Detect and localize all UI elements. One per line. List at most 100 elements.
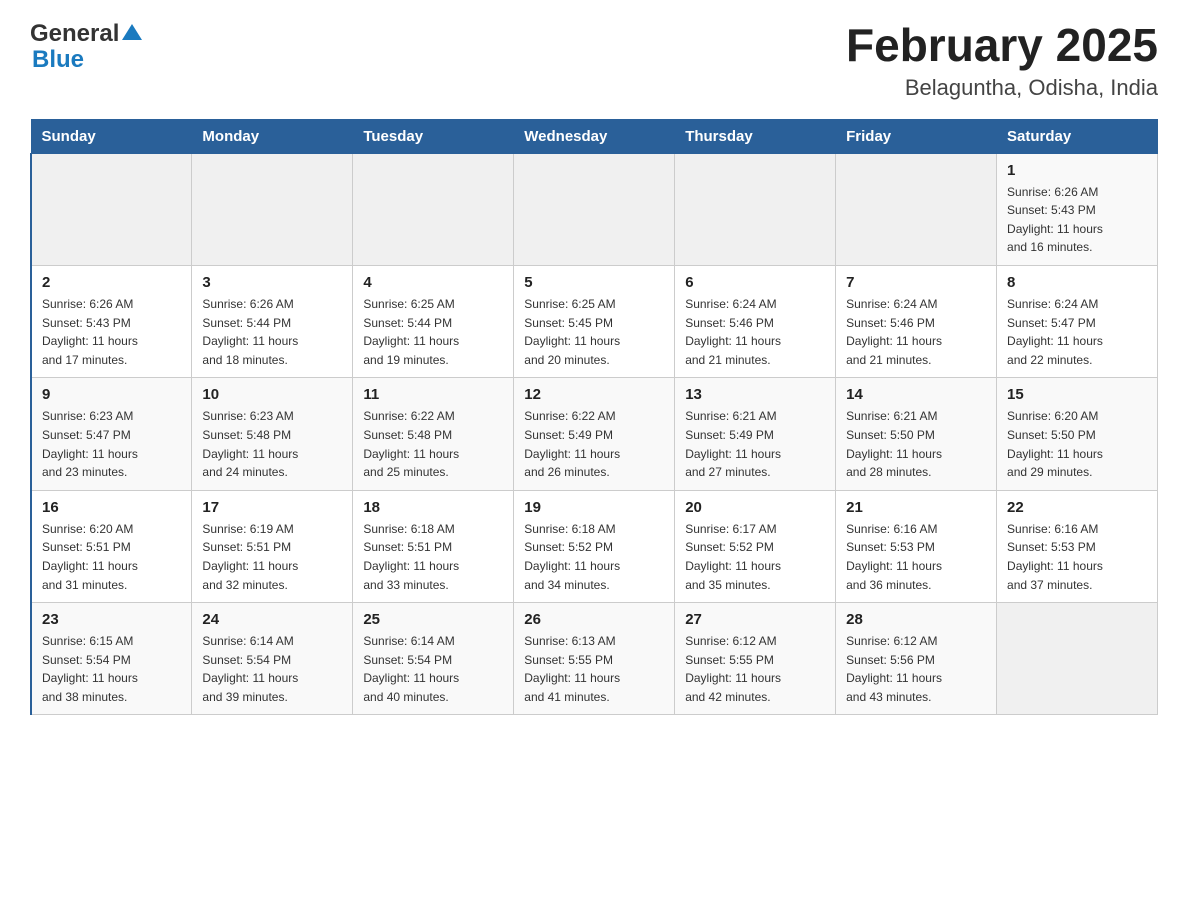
header-monday: Monday <box>192 119 353 153</box>
day-info: Sunrise: 6:12 AM Sunset: 5:56 PM Dayligh… <box>846 632 986 706</box>
day-info: Sunrise: 6:18 AM Sunset: 5:52 PM Dayligh… <box>524 520 664 594</box>
day-info: Sunrise: 6:18 AM Sunset: 5:51 PM Dayligh… <box>363 520 503 594</box>
calendar-week-row: 2 Sunrise: 6:26 AM Sunset: 5:43 PM Daylig… <box>31 265 1158 377</box>
calendar-cell <box>353 153 514 265</box>
logo-triangle-icon <box>122 24 142 45</box>
day-number: 18 <box>363 499 503 516</box>
day-number: 6 <box>685 274 825 291</box>
calendar-cell <box>192 153 353 265</box>
logo: General Blue <box>30 20 142 74</box>
calendar-cell: 23Sunrise: 6:15 AM Sunset: 5:54 PM Dayli… <box>31 603 192 715</box>
day-info: Sunrise: 6:19 AM Sunset: 5:51 PM Dayligh… <box>202 520 342 594</box>
header-tuesday: Tuesday <box>353 119 514 153</box>
calendar-cell: 1Sunrise: 6:26 AM Sunset: 5:43 PM Daylig… <box>997 153 1158 265</box>
calendar-cell: 20 Sunrise: 6:17 AM Sunset: 5:52 PM Dayli… <box>675 490 836 602</box>
day-info: Sunrise: 6:22 AM Sunset: 5:49 PM Dayligh… <box>524 407 664 481</box>
day-info: Sunrise: 6:20 AM Sunset: 5:51 PM Dayligh… <box>42 520 181 594</box>
calendar-cell <box>675 153 836 265</box>
calendar-cell: 2 Sunrise: 6:26 AM Sunset: 5:43 PM Daylig… <box>31 265 192 377</box>
calendar-cell <box>514 153 675 265</box>
day-info: Sunrise: 6:16 AM Sunset: 5:53 PM Dayligh… <box>846 520 986 594</box>
day-number: 11 <box>363 386 503 403</box>
day-number: 15 <box>1007 386 1147 403</box>
day-info: Sunrise: 6:26 AM Sunset: 5:43 PM Dayligh… <box>1007 183 1147 257</box>
calendar-cell: 21Sunrise: 6:16 AM Sunset: 5:53 PM Dayli… <box>836 490 997 602</box>
day-number: 16 <box>42 499 181 516</box>
day-info: Sunrise: 6:25 AM Sunset: 5:44 PM Dayligh… <box>363 295 503 369</box>
calendar-body: 1Sunrise: 6:26 AM Sunset: 5:43 PM Daylig… <box>31 153 1158 715</box>
header-row: SundayMondayTuesdayWednesdayThursdayFrid… <box>31 119 1158 153</box>
header-friday: Friday <box>836 119 997 153</box>
day-number: 20 <box>685 499 825 516</box>
day-info: Sunrise: 6:23 AM Sunset: 5:47 PM Dayligh… <box>42 407 181 481</box>
day-info: Sunrise: 6:21 AM Sunset: 5:49 PM Dayligh… <box>685 407 825 481</box>
day-info: Sunrise: 6:14 AM Sunset: 5:54 PM Dayligh… <box>202 632 342 706</box>
day-number: 27 <box>685 611 825 628</box>
logo-blue-text: Blue <box>32 46 84 74</box>
calendar-week-row: 1Sunrise: 6:26 AM Sunset: 5:43 PM Daylig… <box>31 153 1158 265</box>
page-subtitle: Belaguntha, Odisha, India <box>846 75 1158 101</box>
calendar-cell: 4Sunrise: 6:25 AM Sunset: 5:44 PM Daylig… <box>353 265 514 377</box>
header-saturday: Saturday <box>997 119 1158 153</box>
calendar-cell: 7Sunrise: 6:24 AM Sunset: 5:46 PM Daylig… <box>836 265 997 377</box>
calendar-cell: 26Sunrise: 6:13 AM Sunset: 5:55 PM Dayli… <box>514 603 675 715</box>
calendar-cell <box>997 603 1158 715</box>
day-info: Sunrise: 6:20 AM Sunset: 5:50 PM Dayligh… <box>1007 407 1147 481</box>
header-thursday: Thursday <box>675 119 836 153</box>
calendar-header: SundayMondayTuesdayWednesdayThursdayFrid… <box>31 119 1158 153</box>
calendar-cell: 19 Sunrise: 6:18 AM Sunset: 5:52 PM Dayli… <box>514 490 675 602</box>
calendar-cell: 11 Sunrise: 6:22 AM Sunset: 5:48 PM Dayli… <box>353 378 514 490</box>
day-number: 17 <box>202 499 342 516</box>
day-number: 12 <box>524 386 664 403</box>
day-info: Sunrise: 6:12 AM Sunset: 5:55 PM Dayligh… <box>685 632 825 706</box>
calendar-cell: 10Sunrise: 6:23 AM Sunset: 5:48 PM Dayli… <box>192 378 353 490</box>
calendar-week-row: 9 Sunrise: 6:23 AM Sunset: 5:47 PM Daylig… <box>31 378 1158 490</box>
day-info: Sunrise: 6:26 AM Sunset: 5:44 PM Dayligh… <box>202 295 342 369</box>
calendar-cell: 8 Sunrise: 6:24 AM Sunset: 5:47 PM Daylig… <box>997 265 1158 377</box>
page-header: General Blue February 2025 Belaguntha, O… <box>30 20 1158 101</box>
day-info: Sunrise: 6:16 AM Sunset: 5:53 PM Dayligh… <box>1007 520 1147 594</box>
day-info: Sunrise: 6:26 AM Sunset: 5:43 PM Dayligh… <box>42 295 181 369</box>
day-number: 26 <box>524 611 664 628</box>
day-number: 10 <box>202 386 342 403</box>
calendar-cell: 6 Sunrise: 6:24 AM Sunset: 5:46 PM Daylig… <box>675 265 836 377</box>
logo-general-text: General <box>30 20 119 48</box>
day-number: 28 <box>846 611 986 628</box>
calendar-cell: 18 Sunrise: 6:18 AM Sunset: 5:51 PM Dayli… <box>353 490 514 602</box>
calendar-cell <box>836 153 997 265</box>
day-number: 7 <box>846 274 986 291</box>
page-title: February 2025 <box>846 20 1158 71</box>
calendar-table: SundayMondayTuesdayWednesdayThursdayFrid… <box>30 119 1158 716</box>
day-number: 3 <box>202 274 342 291</box>
calendar-cell: 22 Sunrise: 6:16 AM Sunset: 5:53 PM Dayli… <box>997 490 1158 602</box>
day-info: Sunrise: 6:17 AM Sunset: 5:52 PM Dayligh… <box>685 520 825 594</box>
calendar-cell: 24 Sunrise: 6:14 AM Sunset: 5:54 PM Dayli… <box>192 603 353 715</box>
header-sunday: Sunday <box>31 119 192 153</box>
calendar-cell: 27 Sunrise: 6:12 AM Sunset: 5:55 PM Dayli… <box>675 603 836 715</box>
day-number: 22 <box>1007 499 1147 516</box>
calendar-cell: 17 Sunrise: 6:19 AM Sunset: 5:51 PM Dayli… <box>192 490 353 602</box>
calendar-cell: 13Sunrise: 6:21 AM Sunset: 5:49 PM Dayli… <box>675 378 836 490</box>
day-info: Sunrise: 6:25 AM Sunset: 5:45 PM Dayligh… <box>524 295 664 369</box>
calendar-cell: 15 Sunrise: 6:20 AM Sunset: 5:50 PM Dayli… <box>997 378 1158 490</box>
day-number: 25 <box>363 611 503 628</box>
day-info: Sunrise: 6:15 AM Sunset: 5:54 PM Dayligh… <box>42 632 181 706</box>
title-area: February 2025 Belaguntha, Odisha, India <box>846 20 1158 101</box>
day-number: 19 <box>524 499 664 516</box>
day-number: 2 <box>42 274 181 291</box>
day-info: Sunrise: 6:22 AM Sunset: 5:48 PM Dayligh… <box>363 407 503 481</box>
day-number: 24 <box>202 611 342 628</box>
header-wednesday: Wednesday <box>514 119 675 153</box>
calendar-cell: 3 Sunrise: 6:26 AM Sunset: 5:44 PM Daylig… <box>192 265 353 377</box>
day-number: 9 <box>42 386 181 403</box>
day-info: Sunrise: 6:24 AM Sunset: 5:47 PM Dayligh… <box>1007 295 1147 369</box>
calendar-cell: 5Sunrise: 6:25 AM Sunset: 5:45 PM Daylig… <box>514 265 675 377</box>
day-number: 8 <box>1007 274 1147 291</box>
calendar-cell: 9 Sunrise: 6:23 AM Sunset: 5:47 PM Daylig… <box>31 378 192 490</box>
day-info: Sunrise: 6:24 AM Sunset: 5:46 PM Dayligh… <box>685 295 825 369</box>
day-info: Sunrise: 6:14 AM Sunset: 5:54 PM Dayligh… <box>363 632 503 706</box>
calendar-cell: 16 Sunrise: 6:20 AM Sunset: 5:51 PM Dayli… <box>31 490 192 602</box>
calendar-cell: 14Sunrise: 6:21 AM Sunset: 5:50 PM Dayli… <box>836 378 997 490</box>
calendar-week-row: 23Sunrise: 6:15 AM Sunset: 5:54 PM Dayli… <box>31 603 1158 715</box>
day-number: 14 <box>846 386 986 403</box>
